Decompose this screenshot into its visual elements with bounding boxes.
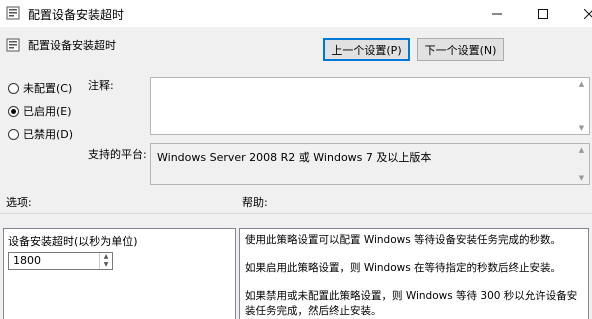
options-label: 选项: — [6, 196, 32, 209]
scroll-down-icon[interactable]: ▼ — [579, 172, 584, 184]
platform-label: 支持的平台: — [88, 148, 147, 161]
spin-up-icon[interactable]: ▲ — [100, 253, 112, 261]
scroll-up-icon[interactable]: ▲ — [579, 144, 584, 156]
timeout-value[interactable]: 1800 — [13, 254, 41, 267]
setting-title: 配置设备安装超时 — [28, 39, 116, 52]
spin-down-icon[interactable]: ▼ — [100, 261, 112, 269]
radio-button[interactable] — [8, 82, 19, 94]
help-paragraph: 如果禁用或未配置此策略设置，则 Windows 等待 300 秒以允许设备安装任… — [245, 290, 578, 317]
radio-label: 未配置(C) — [23, 82, 73, 95]
help-label: 帮助: — [242, 196, 268, 209]
section-divider — [0, 213, 592, 214]
close-button[interactable] — [566, 0, 592, 27]
policy-setting-icon — [6, 38, 20, 52]
radio-label: 已启用(E) — [23, 105, 72, 118]
minimize-button[interactable] — [474, 0, 520, 27]
help-paragraph: 使用此策略设置可以配置 Windows 等待设备安装任务完成的秒数。 — [245, 234, 562, 246]
minimize-icon — [492, 13, 502, 14]
timeout-label: 设备安装超时(以秒为单位) — [8, 235, 138, 248]
platform-value: Windows Server 2008 R2 或 Windows 7 及以上版本 — [157, 151, 432, 164]
timeout-spinner[interactable]: 1800 ▲ ▼ — [8, 252, 113, 270]
title-bar[interactable]: 配置设备安装超时 — [0, 0, 592, 27]
radio-disabled[interactable]: 已禁用(D) — [8, 126, 73, 142]
radio-enabled[interactable]: 已启用(E) — [8, 103, 72, 119]
window-title: 配置设备安装超时 — [28, 8, 125, 22]
maximize-button[interactable] — [520, 0, 566, 27]
comment-textarea[interactable]: ▲ ▼ — [150, 77, 590, 135]
options-panel: 设备安装超时(以秒为单位) 1800 ▲ ▼ — [3, 228, 236, 319]
comment-label: 注释: — [88, 79, 114, 92]
platform-box: Windows Server 2008 R2 或 Windows 7 及以上版本… — [150, 143, 590, 185]
radio-not-configured[interactable]: 未配置(C) — [8, 80, 72, 96]
close-icon — [584, 8, 592, 19]
comment-scrollbar[interactable]: ▲ ▼ — [574, 78, 589, 134]
radio-button[interactable] — [8, 128, 19, 140]
maximize-icon — [538, 8, 548, 19]
next-setting-button[interactable]: 下一个设置(N) — [417, 38, 504, 61]
policy-setting-icon — [6, 6, 20, 20]
platform-scrollbar[interactable]: ▲ ▼ — [574, 144, 589, 184]
radio-label: 已禁用(D) — [23, 128, 74, 141]
previous-setting-button[interactable]: 上一个设置(P) — [323, 38, 410, 61]
scroll-up-icon[interactable]: ▲ — [579, 78, 584, 90]
help-panel: 使用此策略设置可以配置 Windows 等待设备安装任务完成的秒数。 如果启用此… — [239, 228, 589, 319]
scroll-down-icon[interactable]: ▼ — [579, 122, 584, 134]
radio-button[interactable] — [8, 105, 19, 117]
help-paragraph: 如果启用此策略设置，则 Windows 在等待指定的秒数后终止安装。 — [245, 262, 562, 274]
